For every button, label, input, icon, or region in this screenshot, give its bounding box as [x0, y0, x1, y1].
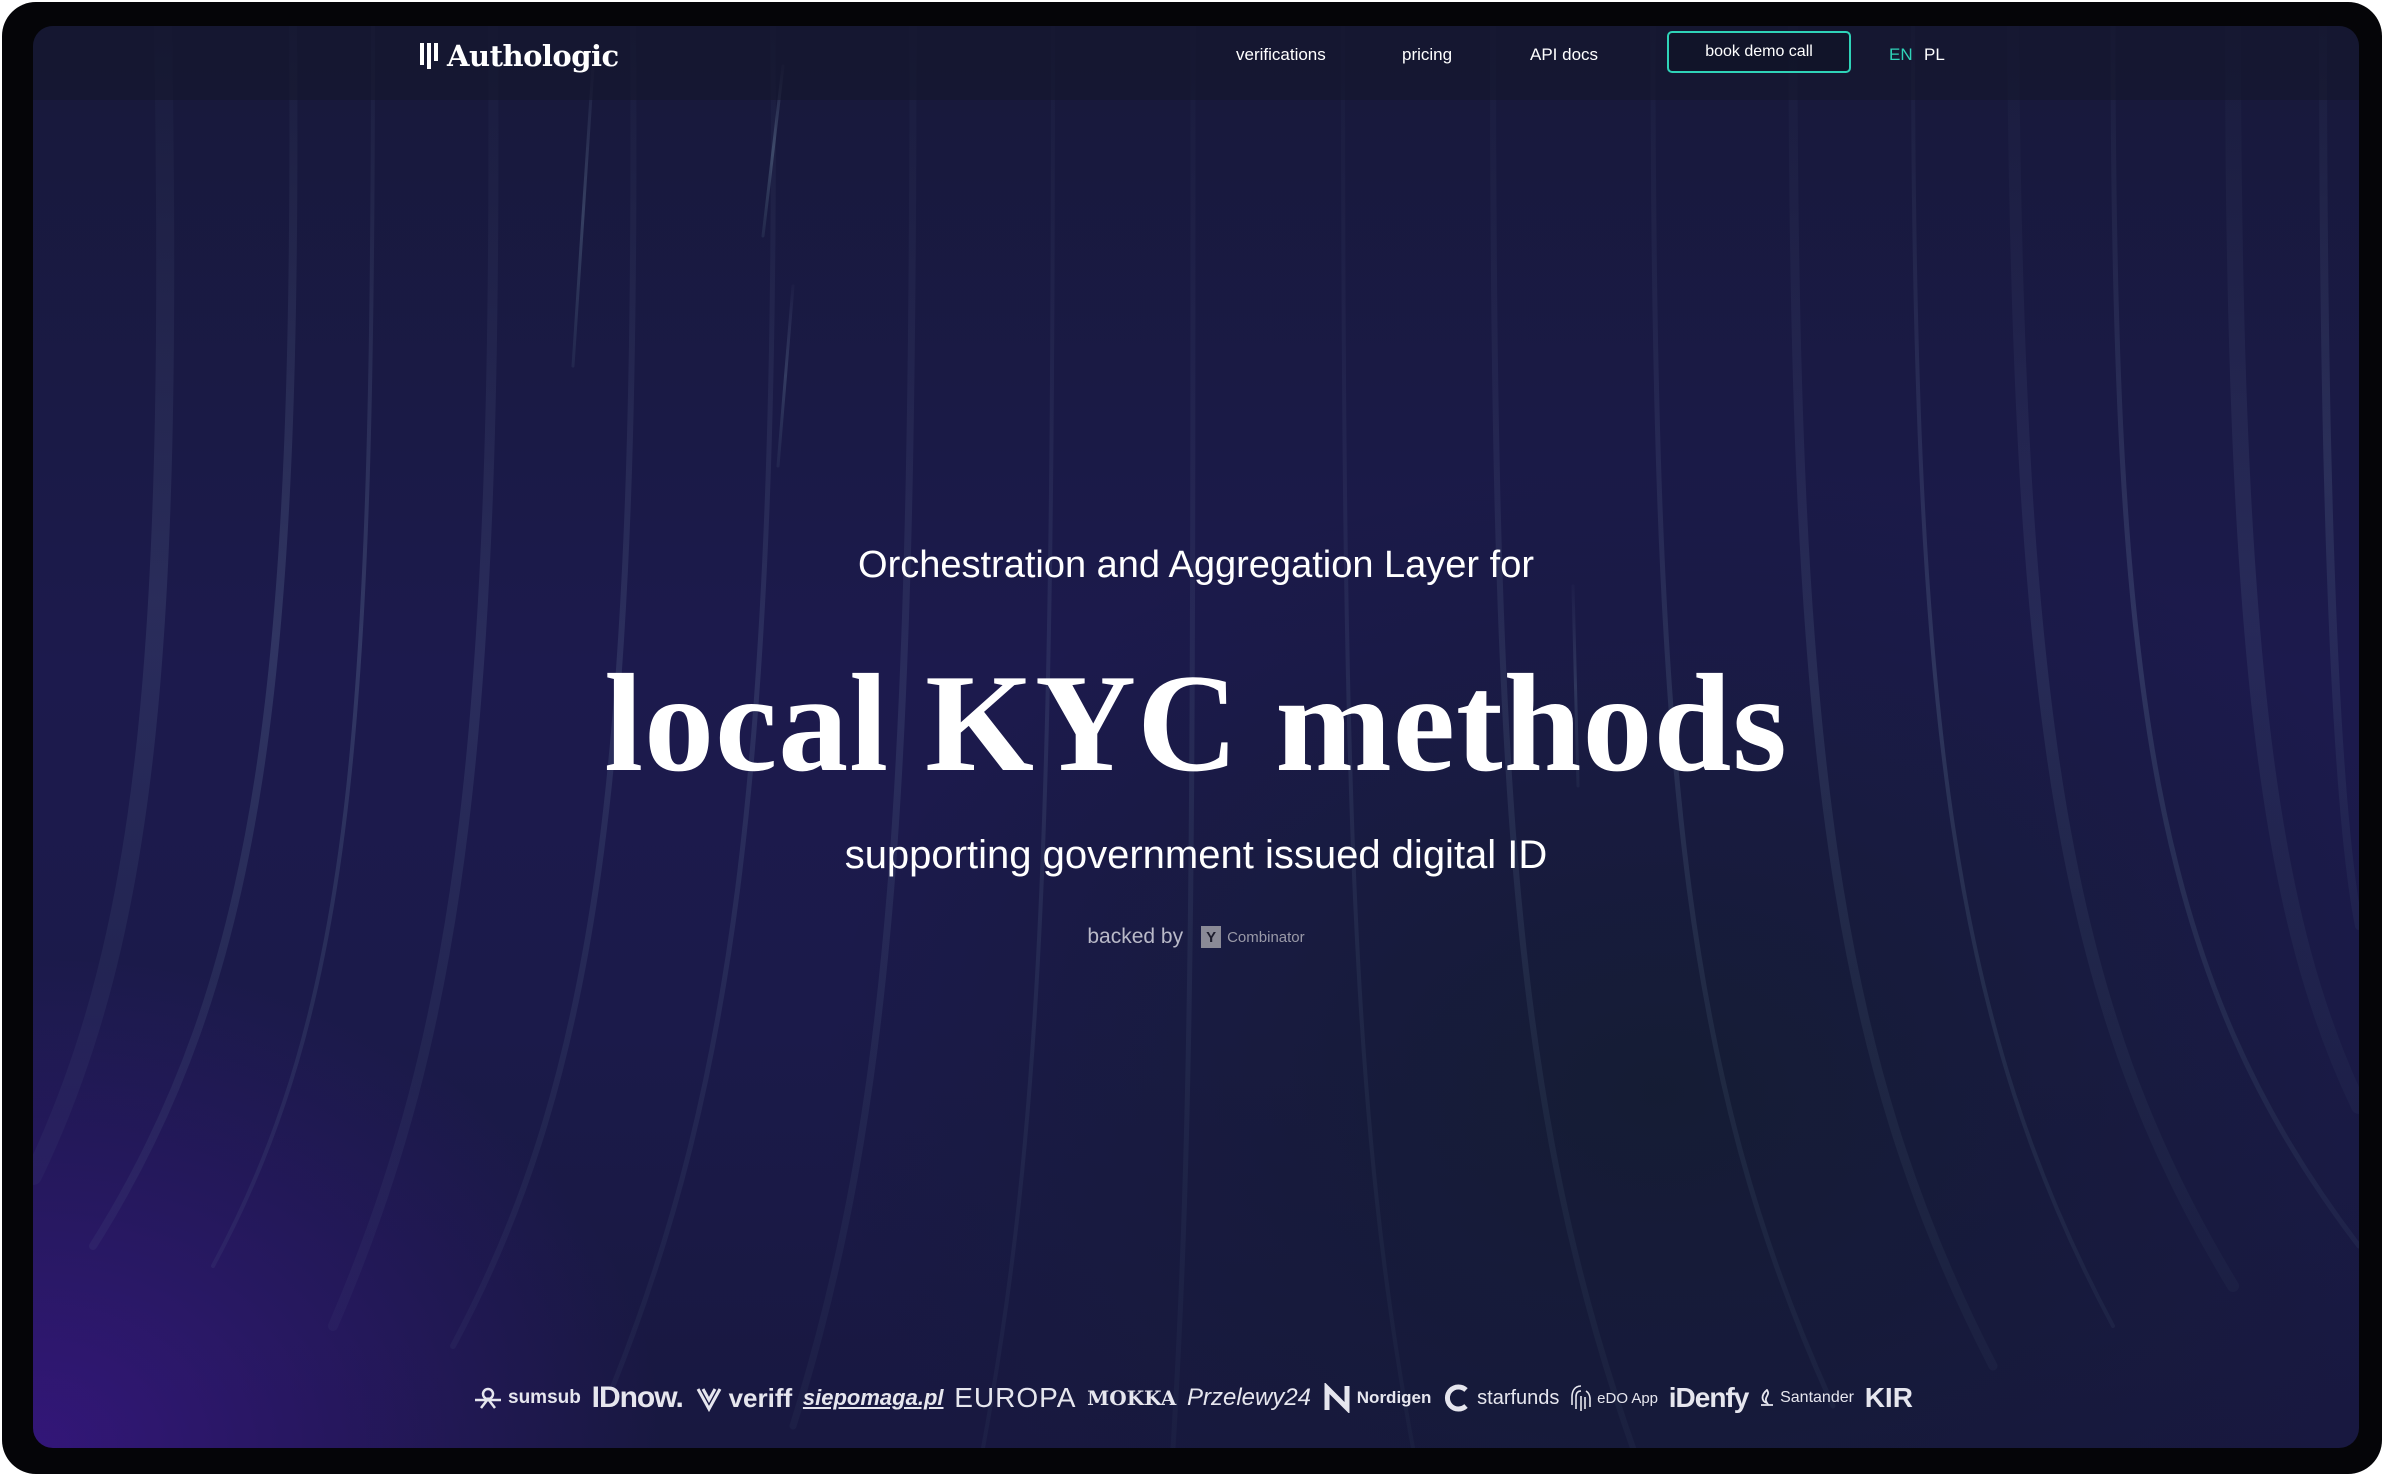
partner-logos-row: sumsub IDnow. veriff siepomaga.pl EUROPA…	[473, 1376, 1913, 1420]
backed-by-label: backed by	[1087, 925, 1184, 948]
partner-name: sumsub	[508, 1387, 581, 1408]
device-frame: Authologic verifications pricing API doc…	[2, 2, 2382, 1474]
partner-name: eDO App	[1597, 1389, 1659, 1407]
sumsub-icon	[475, 1387, 501, 1409]
nav-verifications[interactable]: verifications	[1236, 40, 1326, 70]
hero-pre-title: Orchestration and Aggregation Layer for	[858, 544, 1534, 586]
partner-name: Santander	[1780, 1389, 1854, 1406]
partner-name: KIR	[1864, 1382, 1913, 1413]
partner-name: EUROPA	[954, 1382, 1077, 1413]
partner-logo-idnow: IDnow.	[591, 1381, 684, 1415]
partner-logo-europa: EUROPA	[954, 1382, 1076, 1414]
lang-pl-link[interactable]: PL	[1924, 40, 1945, 70]
partner-logo-siepomaga: siepomaga.pl	[803, 1385, 944, 1411]
brand-logo[interactable]: Authologic	[419, 36, 619, 76]
partner-name: iDenfy	[1668, 1382, 1750, 1413]
book-demo-button[interactable]: book demo call	[1667, 31, 1851, 73]
page-screen: Authologic verifications pricing API doc…	[33, 26, 2359, 1448]
partner-name: siepomaga.pl	[802, 1385, 944, 1410]
partner-name: IDnow.	[591, 1381, 684, 1414]
partner-name: veriff	[728, 1382, 793, 1413]
partner-logo-idenfy: iDenfy	[1668, 1382, 1750, 1414]
partner-name: MOKKA	[1087, 1386, 1177, 1410]
partner-logo-starfunds: starfunds	[1442, 1383, 1559, 1413]
nordigen-icon	[1324, 1383, 1350, 1413]
brand-name: Authologic	[447, 39, 619, 73]
backed-by-row: backed by Y Combinator	[33, 925, 2359, 949]
partner-logo-przelewy24: Przelewy24	[1187, 1384, 1311, 1412]
partner-logo-kir: KIR	[1865, 1382, 1913, 1414]
starfunds-icon	[1445, 1384, 1468, 1412]
nav-api-docs[interactable]: API docs	[1530, 40, 1598, 70]
partner-name: Przelewy24	[1186, 1384, 1312, 1411]
veriff-icon	[696, 1388, 721, 1413]
y-combinator-label: Combinator	[1227, 928, 1305, 946]
partner-logo-santander: Santander	[1759, 1389, 1854, 1407]
y-combinator-badge[interactable]: Y Combinator	[1201, 926, 1305, 948]
fingerprint-icon	[1571, 1385, 1591, 1411]
partner-logo-sumsub: sumsub	[473, 1386, 581, 1410]
authologic-shield-icon	[420, 43, 438, 69]
hero-subtitle: supporting government issued digital ID	[844, 833, 1548, 877]
flame-icon	[1761, 1389, 1774, 1406]
y-combinator-icon: Y	[1201, 926, 1222, 948]
hero-title: local KYC methods	[604, 646, 1788, 801]
partner-name: starfunds	[1477, 1386, 1560, 1409]
partner-logo-edo-app: eDO App	[1570, 1383, 1658, 1413]
partner-name: Nordigen	[1356, 1388, 1432, 1407]
partner-logo-nordigen: Nordigen	[1322, 1383, 1432, 1413]
nav-pricing[interactable]: pricing	[1402, 40, 1452, 70]
top-nav-bar: Authologic verifications pricing API doc…	[33, 26, 2359, 100]
lang-en-link[interactable]: EN	[1889, 40, 1913, 70]
partner-logo-mokka: MOKKA	[1087, 1386, 1176, 1410]
partner-logo-veriff: veriff	[694, 1382, 793, 1414]
